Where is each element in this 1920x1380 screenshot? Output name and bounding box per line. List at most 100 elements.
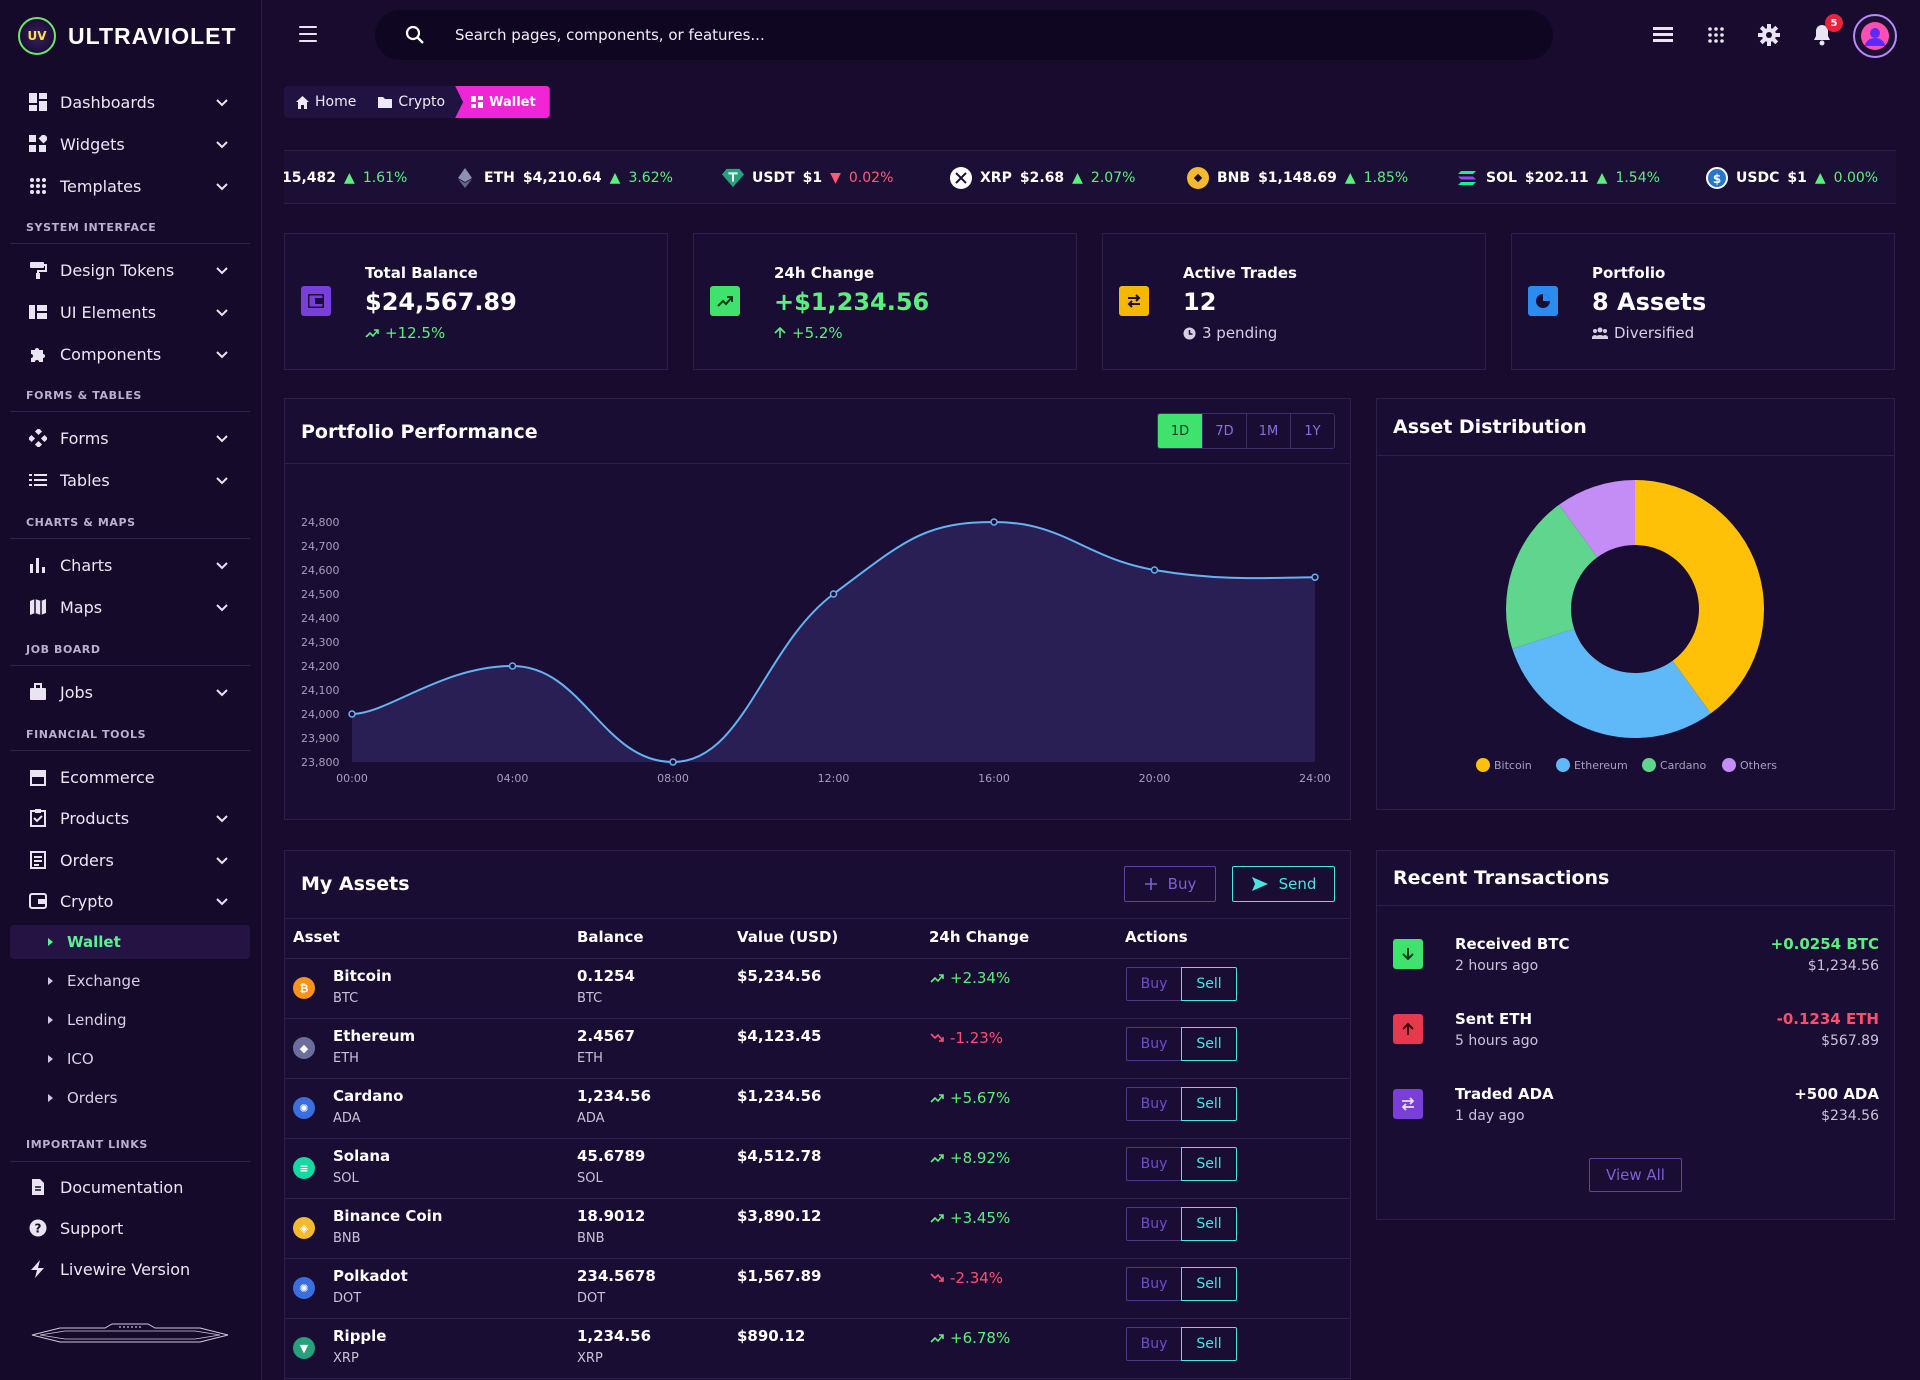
sidebar-item-components[interactable]: Components [10, 334, 250, 374]
data-point[interactable] [1150, 566, 1159, 574]
stat-sub-text: +12.5% [385, 324, 446, 342]
sidebar-sub-wallet[interactable]: Wallet [10, 925, 250, 959]
view-all-button[interactable]: View All [1589, 1158, 1682, 1192]
performance-chart: 24,800 24,700 24,600 24,500 24,400 24,300 24,2… [301, 516, 1331, 785]
apps-grid-icon[interactable] [1703, 22, 1729, 48]
send-button[interactable]: Send [1232, 866, 1335, 902]
row-buy-button[interactable]: Buy [1126, 1147, 1182, 1181]
row-sell-button[interactable]: Sell [1181, 1027, 1237, 1061]
transaction-title: Traded ADA [1455, 1085, 1554, 1103]
data-point[interactable] [829, 590, 838, 598]
divider [10, 750, 250, 751]
data-point[interactable] [1311, 573, 1319, 581]
data-point[interactable] [508, 662, 517, 670]
sidebar-item-documentation[interactable]: Documentation [10, 1167, 250, 1207]
section-charts-maps: CHARTS & MAPS [26, 516, 136, 529]
row-sell-button[interactable]: Sell [1181, 1267, 1237, 1301]
widgets-icon [28, 134, 48, 154]
range-7d-button[interactable]: 7D [1202, 414, 1246, 448]
sidebar-item-crypto[interactable]: Crypto [10, 881, 250, 921]
sidebar-item-jobs[interactable]: Jobs [10, 672, 250, 712]
menu-toggle-icon[interactable] [299, 26, 317, 42]
legend-swatch [1556, 758, 1570, 772]
list-view-icon[interactable] [1650, 22, 1676, 48]
search-bar[interactable] [375, 10, 1553, 60]
row-buy-button[interactable]: Buy [1126, 1087, 1182, 1121]
row-buy-button[interactable]: Buy [1126, 1267, 1182, 1301]
swap-icon [1119, 286, 1149, 316]
row-buy-button[interactable]: Buy [1126, 1207, 1182, 1241]
breadcrumb-label: Wallet [489, 94, 536, 110]
sidebar-item-tables[interactable]: Tables [10, 460, 250, 500]
ticker-item-sol[interactable]: SOL $202.11 ▲ 1.54% [1456, 151, 1660, 203]
ticker-item-xrp[interactable]: XRP $2.68 ▲ 2.07% [950, 151, 1135, 203]
breadcrumb-crypto[interactable]: Crypto [366, 86, 455, 118]
bell-icon[interactable]: 5 [1809, 14, 1843, 48]
x-tick-label: 00:00 [336, 772, 368, 785]
sidebar-sub-exchange[interactable]: Exchange [10, 964, 250, 998]
sidebar-item-ui-elements[interactable]: UI Elements [10, 292, 250, 332]
sidebar-item-design-tokens[interactable]: Design Tokens [10, 250, 250, 290]
gear-icon[interactable] [1756, 22, 1782, 48]
transaction-item[interactable]: Sent ETH 5 hours ago -0.1234 ETH $567.89 [1377, 1000, 1895, 1060]
panel-title: Portfolio Performance [301, 421, 538, 443]
asset-change: +3.45% [930, 1209, 1010, 1227]
range-1m-button[interactable]: 1M [1246, 414, 1290, 448]
row-sell-button[interactable]: Sell [1181, 1087, 1237, 1121]
row-buy-button[interactable]: Buy [1126, 1327, 1182, 1361]
ticker-price: $1 [1787, 170, 1807, 186]
row-buy-button[interactable]: Buy [1126, 1027, 1182, 1061]
transaction-item[interactable]: Received BTC 2 hours ago +0.0254 BTC $1,… [1377, 925, 1895, 985]
sidebar-item-widgets[interactable]: Widgets [10, 124, 250, 164]
avatar[interactable] [1853, 14, 1897, 58]
sidebar-item-maps[interactable]: Maps [10, 587, 250, 627]
stat-card-24h-change: 24h Change +$1,234.56 +5.2% [693, 233, 1077, 370]
sidebar-item-dashboards[interactable]: Dashboards [10, 82, 250, 122]
ticker-item-usdt[interactable]: USDT $1 ▼ 0.02% [722, 151, 893, 203]
data-point[interactable] [990, 518, 998, 526]
sidebar-item-support[interactable]: ? Support [10, 1208, 250, 1248]
data-point[interactable] [669, 758, 677, 766]
ticker-item-usdc[interactable]: $ USDC $1 ▲ 0.00% [1706, 151, 1878, 203]
sidebar-item-orders[interactable]: Orders [10, 840, 250, 880]
search-input[interactable] [455, 26, 1455, 44]
ticker-item-eth[interactable]: ETH $4,210.64 ▲ 3.62% [454, 151, 673, 203]
divider [10, 243, 250, 244]
transaction-item[interactable]: Traded ADA 1 day ago +500 ADA $234.56 [1377, 1075, 1895, 1135]
range-1y-button[interactable]: 1Y [1290, 414, 1334, 448]
sidebar-item-label: Tables [60, 470, 110, 490]
range-1d-button[interactable]: 1D [1158, 414, 1202, 448]
logo[interactable]: UV ULTRAVIOLET [18, 16, 237, 56]
donut-slice-ethereum[interactable] [1512, 628, 1711, 738]
data-point[interactable] [348, 710, 356, 718]
legend-label[interactable]: Ethereum [1574, 759, 1628, 772]
wallet-icon [28, 891, 48, 911]
row-sell-button[interactable]: Sell [1181, 1147, 1237, 1181]
stat-card-portfolio: Portfolio 8 Assets Diversified [1511, 233, 1895, 370]
row-sell-button[interactable]: Sell [1181, 1207, 1237, 1241]
sidebar-sub-orders[interactable]: Orders [10, 1081, 250, 1115]
sidebar-sub-lending[interactable]: Lending [10, 1003, 250, 1037]
buy-button[interactable]: Buy [1124, 866, 1216, 902]
sidebar-item-charts[interactable]: Charts [10, 545, 250, 585]
chevron-down-icon [216, 435, 228, 443]
bolt-icon [28, 1259, 48, 1279]
sidebar-sub-ico[interactable]: ICO [10, 1042, 250, 1076]
row-sell-button[interactable]: Sell [1181, 1327, 1237, 1361]
sidebar-item-templates[interactable]: Templates [10, 166, 250, 206]
sidebar-item-ecommerce[interactable]: Ecommerce [10, 757, 250, 797]
sidebar-item-forms[interactable]: Forms [10, 418, 250, 458]
row-sell-button[interactable]: Sell [1181, 967, 1237, 1001]
row-buy-button[interactable]: Buy [1126, 967, 1182, 1001]
sidebar-item-products[interactable]: Products [10, 798, 250, 838]
ticker-item-btc[interactable]: 15,482 ▲ 1.61% [284, 151, 407, 203]
legend-label[interactable]: Others [1740, 759, 1777, 772]
legend-label[interactable]: Bitcoin [1494, 759, 1532, 772]
distribution-donut-chart: Bitcoin Ethereum Cardano Others [1476, 480, 1777, 772]
legend-label[interactable]: Cardano [1660, 759, 1706, 772]
ticker-item-bnb[interactable]: BNB $1,148.69 ▲ 1.85% [1187, 151, 1408, 203]
circuit-decoration [31, 1323, 229, 1343]
stat-title: Active Trades [1183, 264, 1297, 282]
sidebar-item-livewire[interactable]: Livewire Version [10, 1249, 250, 1289]
breadcrumb-home[interactable]: Home [284, 86, 366, 118]
